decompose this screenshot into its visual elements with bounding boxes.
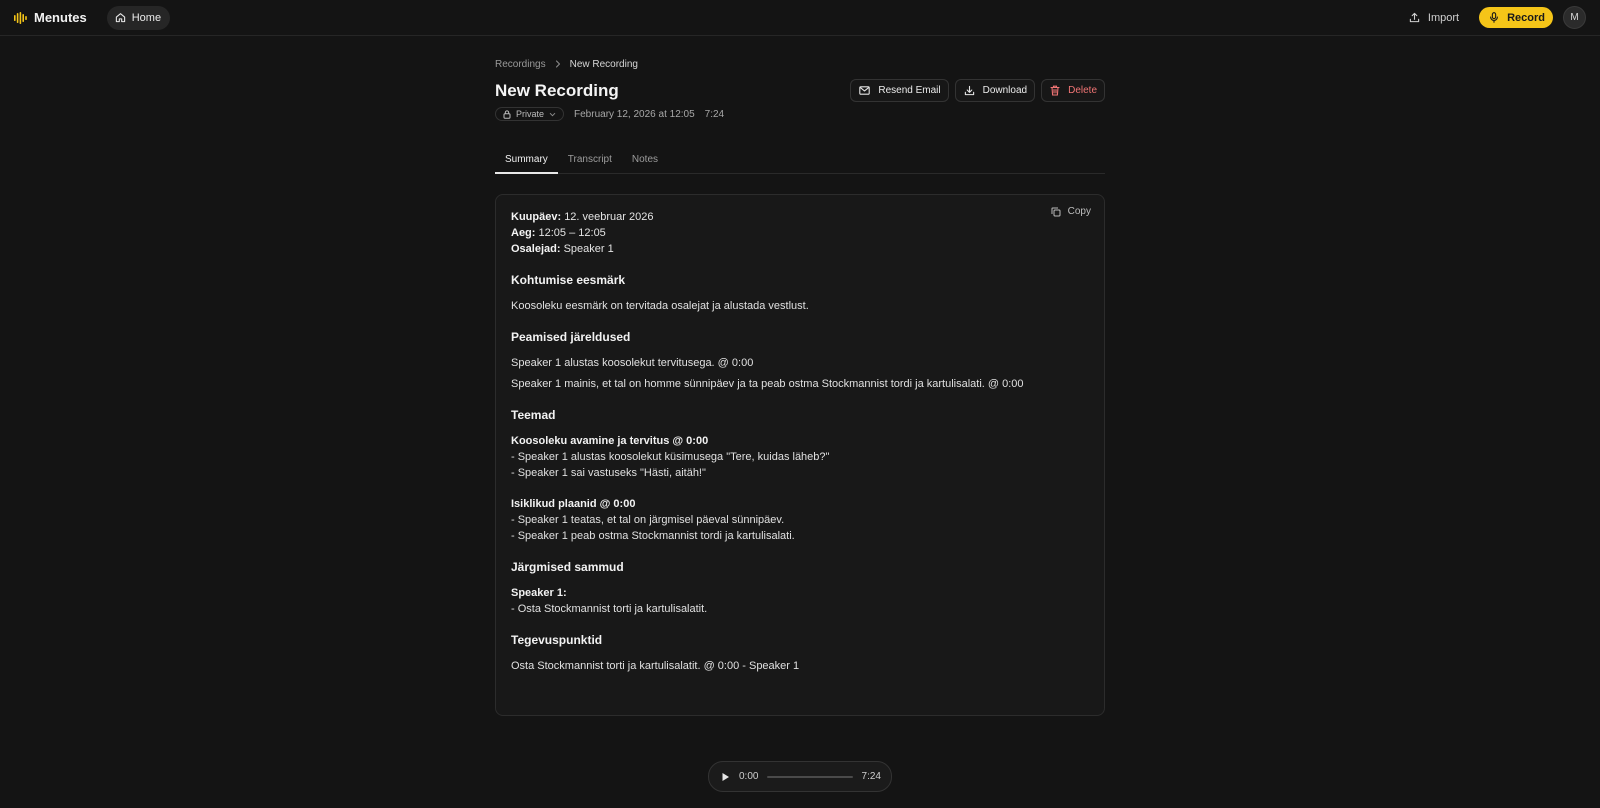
download-label: Download [982, 85, 1028, 96]
conclusion-item: Speaker 1 mainis, et tal on homme sünnip… [511, 378, 1024, 390]
topic-line: - Speaker 1 teatas, et tal on järgmisel … [511, 514, 785, 526]
waveform-logo-icon [14, 11, 27, 24]
info-participants-value: Speaker 1 [563, 243, 614, 255]
info-time: Aeg: 12:05 – 12:05 [511, 225, 1089, 241]
info-participants: Osalejad: Speaker 1 [511, 241, 1089, 257]
section-heading-next-steps: Järgmised sammud [511, 560, 624, 574]
topic-line: - Speaker 1 peab ostma Stockmannist tord… [511, 530, 795, 542]
tab-bar: Summary Transcript Notes [495, 153, 1105, 174]
info-time-label: Aeg: [511, 227, 536, 239]
next-steps-owner: Speaker 1: [511, 587, 567, 599]
chevron-right-icon [555, 60, 561, 68]
info-date-label: Kuupäev: [511, 211, 562, 223]
app-name: Menutes [34, 10, 87, 25]
recording-datetime: February 12, 2026 at 12:05 [574, 108, 695, 120]
info-time-value: 12:05 – 12:05 [538, 227, 606, 239]
trash-icon [1050, 85, 1060, 96]
record-button[interactable]: Record [1479, 7, 1553, 28]
purpose-text: Koosoleku eesmärk on tervitada osalejat … [511, 300, 809, 312]
tab-transcript[interactable]: Transcript [558, 153, 622, 174]
avatar[interactable]: M [1563, 6, 1586, 29]
upload-icon [1409, 12, 1420, 23]
info-participants-label: Osalejad: [511, 243, 561, 255]
topic-line: - Speaker 1 alustas koosolekut küsimuseg… [511, 451, 830, 463]
info-date: Kuupäev: 12. veebruar 2026 [511, 209, 1089, 225]
section-heading-purpose: Kohtumise eesmärk [511, 273, 626, 287]
resend-email-button[interactable]: Resend Email [850, 79, 949, 102]
copy-label: Copy [1067, 206, 1091, 217]
privacy-label: Private [516, 109, 545, 119]
copy-button[interactable]: Copy [1051, 206, 1091, 217]
audio-player: 0:00 7:24 [708, 761, 892, 792]
home-icon [115, 12, 126, 23]
download-icon [964, 85, 975, 96]
page-title: New Recording [495, 81, 619, 100]
app-logo[interactable]: Menutes [14, 10, 87, 25]
breadcrumb-current: New Recording [569, 58, 638, 70]
player-total-time: 7:24 [861, 771, 881, 782]
section-heading-topics: Teemad [511, 408, 556, 422]
top-bar: Menutes Home Import Record M [0, 0, 1600, 36]
player-current-time: 0:00 [739, 771, 759, 782]
tab-notes[interactable]: Notes [622, 153, 668, 174]
recording-detail: Recordings New Recording New Recording P… [495, 56, 1105, 716]
privacy-dropdown[interactable]: Private [495, 107, 565, 121]
copy-icon [1051, 207, 1061, 217]
resend-email-label: Resend Email [878, 85, 941, 96]
section-heading-conclusions: Peamised järeldused [511, 330, 631, 344]
conclusion-item: Speaker 1 alustas koosolekut tervitusega… [511, 357, 754, 369]
summary-card: Copy Kuupäev: 12. veebruar 2026 Aeg: 12:… [495, 194, 1105, 716]
action-item-line: Osta Stockmannist torti ja kartulisalati… [511, 660, 800, 672]
tab-summary[interactable]: Summary [495, 153, 558, 174]
microphone-icon [1489, 12, 1499, 23]
download-button[interactable]: Download [954, 79, 1036, 102]
home-button[interactable]: Home [106, 5, 171, 30]
import-label: Import [1427, 11, 1460, 24]
mail-icon [859, 86, 871, 95]
delete-label: Delete [1068, 85, 1097, 96]
recording-duration: 7:24 [704, 108, 725, 120]
info-date-value: 12. veebruar 2026 [564, 211, 654, 223]
import-button[interactable]: Import [1399, 12, 1469, 24]
section-heading-action-items: Tegevuspunktid [511, 633, 603, 647]
lock-icon [503, 109, 511, 119]
next-steps-line: - Osta Stockmannist torti ja kartulisala… [511, 603, 708, 615]
player-seek-bar[interactable] [767, 775, 853, 778]
topic-line: - Speaker 1 sai vastuseks "Hästi, aitäh!… [511, 467, 706, 479]
delete-button[interactable]: Delete [1041, 79, 1105, 102]
chevron-down-icon [549, 112, 556, 117]
record-label: Record [1507, 11, 1545, 24]
breadcrumb: Recordings New Recording [495, 56, 1105, 72]
topic-title: Isiklikud plaanid @ 0:00 [511, 498, 636, 510]
breadcrumb-recordings-link[interactable]: Recordings [495, 59, 546, 70]
topic-title: Koosoleku avamine ja tervitus @ 0:00 [511, 435, 709, 447]
play-icon[interactable] [721, 772, 730, 782]
home-label: Home [131, 11, 162, 24]
